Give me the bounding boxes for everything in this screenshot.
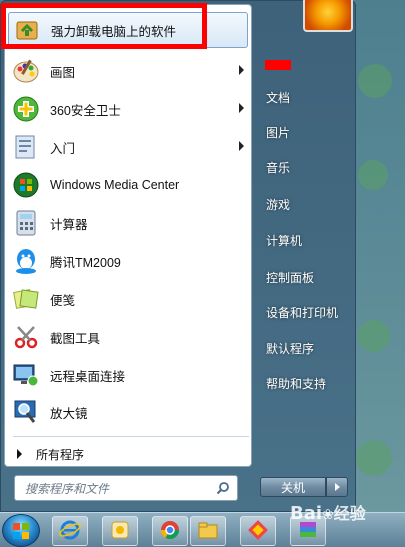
right-pane-item[interactable]: 默认程序	[266, 340, 314, 357]
separator	[13, 436, 249, 437]
program-item[interactable]: 入门	[8, 129, 248, 165]
chrome-icon	[159, 519, 181, 544]
shutdown-options-button[interactable]	[326, 477, 348, 497]
search-icon[interactable]	[216, 481, 230, 495]
program-label: Windows Media Center	[50, 178, 180, 192]
taskbar-button[interactable]	[190, 516, 226, 546]
chevron-right-icon	[334, 483, 340, 491]
start-menu: 强力卸载电脑上的软件 画图 360安全卫士 入门 Windows Media Cente…	[0, 0, 356, 512]
program-item[interactable]: Windows Media Center	[8, 167, 248, 203]
desktop-decoration	[358, 64, 392, 98]
taskbar-button[interactable]	[52, 516, 88, 546]
programs-pane: 强力卸载电脑上的软件 画图 360安全卫士 入门 Windows Media Cente…	[4, 4, 252, 467]
program-item[interactable]: 便笺	[8, 281, 248, 317]
search-placeholder: 搜索程序和文件	[25, 481, 110, 496]
program-item[interactable]: 画图	[8, 53, 248, 89]
search-input[interactable]: 搜索程序和文件	[14, 475, 238, 501]
program-item[interactable]: 计算器	[8, 205, 248, 241]
sticky-notes-icon	[10, 283, 42, 315]
right-pane-item[interactable]: 控制面板	[266, 269, 314, 286]
submenu-arrow-icon	[239, 141, 244, 151]
paw-icon: ❀	[322, 507, 334, 523]
start-button[interactable]	[2, 514, 40, 547]
program-label: 放大镜	[50, 406, 88, 421]
watermark: Bai❀经验	[290, 500, 366, 524]
program-label: 远程桌面连接	[50, 369, 126, 384]
magnifier-icon	[10, 396, 42, 428]
right-pane-item[interactable]: 帮助和支持	[266, 375, 326, 392]
right-pane-item[interactable]: 计算机	[266, 232, 302, 249]
desktop-decoration	[358, 160, 388, 190]
paint-icon	[10, 55, 42, 87]
all-programs-label: 所有程序	[36, 447, 85, 462]
shutdown-button[interactable]: 关机	[260, 477, 326, 497]
program-item[interactable]: 远程桌面连接	[8, 357, 248, 393]
taskbar-button[interactable]	[152, 516, 188, 546]
360-safeguard-icon	[10, 93, 42, 125]
program-label: 便笺	[50, 293, 76, 308]
taskbar-button[interactable]	[240, 516, 276, 546]
desktop-decoration	[356, 440, 392, 476]
program-item[interactable]: 360安全卫士	[8, 91, 248, 127]
media-center-icon	[10, 169, 42, 201]
desktop-decoration	[358, 320, 390, 352]
program-label: 360安全卫士	[50, 103, 121, 118]
submenu-arrow-icon	[239, 103, 244, 113]
getting-started-icon	[10, 131, 42, 163]
right-pane-item[interactable]: 游戏	[266, 196, 290, 213]
right-pane-item[interactable]: 设备和打印机	[266, 304, 338, 321]
program-label: 腾讯TM2009	[50, 255, 121, 270]
watermark-brand: Bai	[290, 503, 323, 524]
user-picture[interactable]	[303, 0, 353, 32]
right-pane-item[interactable]: 文档	[266, 89, 290, 106]
watermark-brand2: 经验	[333, 504, 366, 523]
program-label: 截图工具	[50, 331, 101, 346]
taskbar-button[interactable]	[102, 516, 138, 546]
snipping-tool-icon	[10, 321, 42, 353]
program-item[interactable]: 放大镜	[8, 394, 248, 430]
calculator-icon	[10, 207, 42, 239]
shutdown-label: 关机	[280, 480, 305, 495]
remote-desktop-icon	[10, 359, 42, 391]
program-label: 入门	[50, 141, 76, 156]
windows-logo-icon	[13, 522, 29, 539]
arrow-right-icon	[17, 449, 22, 459]
all-programs-button[interactable]: 所有程序	[13, 443, 245, 465]
program-label: 计算器	[50, 217, 88, 232]
qq-icon	[110, 519, 130, 544]
file-explorer-icon	[197, 519, 219, 544]
right-pane-item[interactable]: 图片	[266, 124, 290, 141]
tencent-tm-icon	[10, 245, 42, 277]
program-label: 画图	[50, 65, 76, 80]
redacted-username	[265, 60, 291, 70]
program-item[interactable]: 腾讯TM2009	[8, 243, 248, 279]
internet-explorer-icon	[59, 519, 81, 544]
highlight-box	[1, 3, 207, 49]
program-item[interactable]: 截图工具	[8, 319, 248, 355]
right-pane-item[interactable]: 音乐	[266, 159, 290, 176]
app-icon	[247, 519, 269, 544]
submenu-arrow-icon	[239, 65, 244, 75]
